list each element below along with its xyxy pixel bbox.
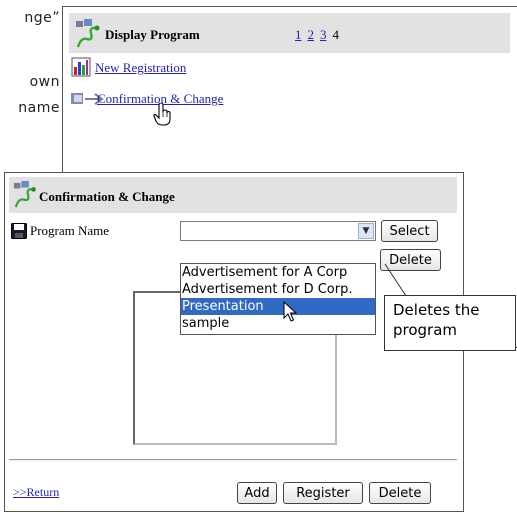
dialog-titlebar: Confirmation & Change [9,177,457,213]
dialog-title: Confirmation & Change [39,189,175,204]
save-disk-icon [11,223,27,244]
divider [9,459,457,461]
page-link-3[interactable]: 3 [320,27,327,42]
display-program-title: Display Program [105,27,200,42]
pagination: 1234 [295,27,339,43]
chart-icon [71,57,91,82]
dropdown-option[interactable]: Advertisement for A Corp [181,264,375,281]
callout-line-2: program [393,321,458,339]
callout-line-1: Deletes the [393,301,480,319]
program-dropdown-list[interactable]: Advertisement for A Corp Advertisement f… [180,263,376,335]
dropdown-option-selected[interactable]: Presentation [181,298,375,315]
bottom-delete-button[interactable]: Delete [369,482,431,504]
hand-cursor-icon [153,102,173,132]
register-button[interactable]: Register [283,482,363,504]
delete-callout: Deletes the program [384,295,516,351]
arrow-cursor-icon [283,300,298,328]
return-link[interactable]: >>Return [13,485,59,500]
dropdown-arrow-icon[interactable]: ▼ [358,223,374,239]
dropdown-option[interactable]: Advertisement for D Corp. [181,281,375,298]
select-button[interactable]: Select [381,220,438,242]
background-text-line-3: name [18,100,60,116]
dropdown-option[interactable]: sample [181,315,375,332]
program-name-label: Program Name [30,223,110,238]
background-text-line-1: nge” [24,10,60,26]
program-icon [13,181,41,214]
program-name-select[interactable]: ▼ [180,221,376,241]
add-button[interactable]: Add [237,482,277,504]
current-page: 4 [332,27,340,42]
display-program-titlebar: Display Program 1234 [69,13,510,53]
page-link-2[interactable]: 2 [308,27,315,42]
page-link-1[interactable]: 1 [295,27,302,42]
program-icon [75,19,105,54]
background-text-line-2: own [29,74,60,90]
new-registration-link[interactable]: New Registration [95,60,186,76]
callout-pointer [384,263,407,297]
